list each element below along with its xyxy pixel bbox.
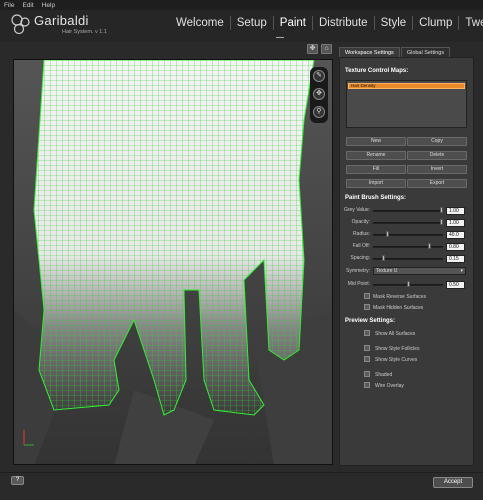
spacing-field[interactable]: 0.15 [446,255,465,263]
grey-value-slider-thumb[interactable] [440,207,444,213]
fall-off-label: Fall Off: [352,243,370,249]
garibaldi-logo-icon [11,14,30,35]
zoom-icon[interactable]: ⚲ [313,106,325,118]
rename-button[interactable]: Rename [346,151,406,160]
new-button[interactable]: New [346,137,406,146]
shaded-checkbox[interactable] [364,371,370,377]
spacing-slider-thumb[interactable] [382,255,385,261]
brush-icon[interactable]: ✎ [313,70,325,82]
chevron-down-icon: ▾ [460,268,463,274]
tab-setup[interactable]: Setup [231,16,274,30]
show-style-follicles-checkbox[interactable] [364,345,370,351]
symmetry-value: Texture U [376,268,398,274]
show-all-surfaces-checkbox[interactable] [364,330,370,336]
symmetry-select[interactable]: Texture U ▾ [373,267,466,275]
brush-settings-title: Paint Brush Settings: [345,195,407,201]
show-style-curves-checkbox[interactable] [364,356,370,362]
radius-label: Radius: [353,231,370,237]
mask-reverse-label: Mask Reverse Surfaces [373,294,427,300]
import-button[interactable]: Import [346,179,406,188]
symmetry-label: Symmetry: [346,268,370,274]
tab-workspace-settings[interactable]: Workspace Settings [339,47,400,57]
tab-paint[interactable]: Paint [274,16,313,30]
radius-field[interactable]: 40.0 [446,231,465,239]
mask-reverse-checkbox[interactable] [364,293,370,299]
3d-viewport[interactable] [13,59,333,465]
texture-maps-title: Texture Control Maps: [345,68,409,74]
grey-value-slider[interactable] [373,210,443,212]
header: Garibaldi Hair System. v 1.1 Welcome Set… [0,10,483,42]
tab-distribute[interactable]: Distribute [313,16,375,30]
radius-slider[interactable] [373,234,443,236]
list-item[interactable]: Hair Density [348,83,465,89]
fill-button[interactable]: Fill [346,165,406,174]
opacity-slider[interactable] [373,222,443,224]
fall-off-slider[interactable] [373,246,443,248]
fall-off-field[interactable]: 0.80 [446,243,465,251]
active-tab-indicator [276,37,284,38]
viewport-header-icons: ✥ ⌂ [307,44,332,54]
wire-overlay-checkbox[interactable] [364,382,370,388]
tab-welcome[interactable]: Welcome [170,16,231,30]
mid-point-label: Mid Point: [347,281,370,287]
main-tabs: Welcome Setup Paint Distribute Style Clu… [170,16,483,30]
move-icon[interactable]: ✥ [307,44,318,54]
mid-point-field[interactable]: 0.50 [446,281,465,289]
show-style-follicles-label: Show Style Follicles [375,346,420,352]
brand-name: Garibaldi [34,13,89,28]
export-button[interactable]: Export [407,179,467,188]
grey-value-field[interactable]: 1.00 [446,207,465,215]
opacity-label: Opacity: [351,219,370,225]
menu-bar: File Edit Help [0,0,483,10]
menu-edit[interactable]: Edit [22,2,33,9]
mid-point-slider-thumb[interactable] [406,281,410,287]
opacity-slider-thumb[interactable] [440,219,444,225]
mask-hidden-checkbox[interactable] [364,304,370,310]
radius-slider-thumb[interactable] [385,231,389,237]
spacing-label: Spacing: [350,255,370,261]
accept-button[interactable]: Accept [433,477,473,488]
grey-value-label: Grey Value: [343,207,370,213]
menu-file[interactable]: File [4,2,14,9]
delete-button[interactable]: Delete [407,151,467,160]
footer-bar [0,472,483,500]
move-tool-icon[interactable]: ✥ [313,88,325,100]
wireframe-model [14,60,332,464]
show-all-surfaces-label: Show All Surfaces [375,331,416,337]
tab-global-settings[interactable]: Global Settings [400,47,451,57]
opacity-field[interactable]: 1.00 [446,219,465,227]
tab-tweak[interactable]: Tweak [459,16,483,30]
help-button[interactable]: ? [11,476,24,485]
mask-hidden-label: Mask Hidden Surfaces [373,305,424,311]
menu-help[interactable]: Help [42,2,55,9]
brand-subtitle: Hair System. v 1.1 [62,29,107,35]
home-icon[interactable]: ⌂ [321,44,332,54]
show-style-curves-label: Show Style Curves [375,357,418,363]
texture-map-list[interactable]: Hair Density [346,80,467,128]
fall-off-slider-thumb[interactable] [427,243,431,249]
tab-style[interactable]: Style [375,16,414,30]
shaded-label: Shaded [375,372,393,378]
invert-button[interactable]: Invert [407,165,467,174]
tab-clump[interactable]: Clump [413,16,460,30]
wire-overlay-label: Wire Overlay [375,383,404,389]
preview-settings-title: Preview Settings: [345,318,396,324]
panel-tabs: Workspace Settings Global Settings [339,47,451,57]
copy-button[interactable]: Copy [407,137,467,146]
viewport-tool-palette: ✎ ✥ ⚲ [310,67,328,123]
